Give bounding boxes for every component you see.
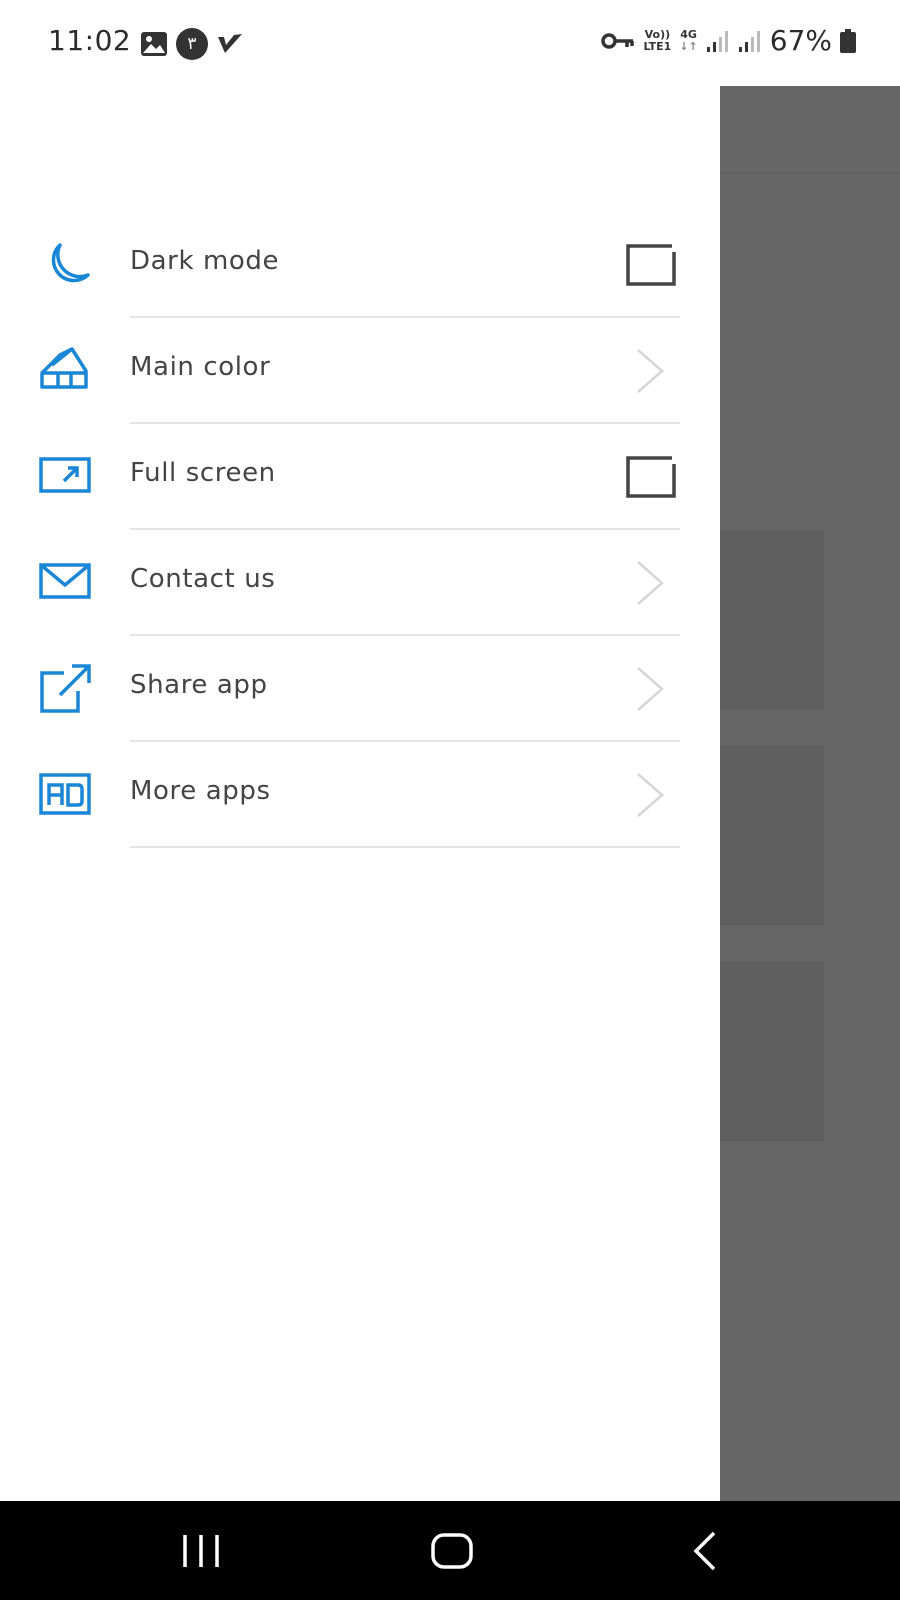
status-system-icons: Vo)) LTE1 4G ↓↑ 67% xyxy=(601,24,856,57)
status-time: 11:02 xyxy=(48,24,132,57)
share-icon xyxy=(40,664,91,713)
fullscreen-icon xyxy=(39,457,91,493)
menu-item-label: Full screen xyxy=(130,458,276,488)
signal-icon-2 xyxy=(738,30,760,52)
menu-item-full-screen[interactable]: Full screen xyxy=(0,424,720,530)
notification-badge-icon: ٣ xyxy=(176,28,208,60)
status-notification-icons: ٣ xyxy=(140,28,244,60)
menu-item-share-app[interactable]: Share app xyxy=(0,636,720,742)
gallery-icon xyxy=(141,32,167,56)
full-screen-checkbox[interactable] xyxy=(624,454,678,500)
drawer-menu: Dark mode Main color Full screen Contact… xyxy=(0,212,720,848)
mail-icon xyxy=(39,563,91,599)
chevron-right-icon xyxy=(637,667,664,711)
dark-mode-checkbox[interactable] xyxy=(624,242,678,288)
battery-icon xyxy=(840,28,856,53)
battery-percent: 67% xyxy=(769,24,832,57)
drawer-scrim[interactable] xyxy=(720,68,900,1501)
vpn-key-icon xyxy=(601,32,635,49)
background-card xyxy=(720,961,824,1141)
status-bar: 11:02 ٣ Vo)) LTE1 4G ↓↑ 67% xyxy=(0,0,900,86)
menu-item-label: Main color xyxy=(130,352,271,382)
background-toolbar-divider xyxy=(720,173,900,174)
palette-icon xyxy=(40,347,88,389)
menu-item-label: Dark mode xyxy=(130,246,280,276)
menu-item-label: Share app xyxy=(130,670,268,700)
chevron-right-icon xyxy=(637,349,664,393)
lte-label: LTE1 xyxy=(643,39,672,53)
network-label: 4G xyxy=(680,27,697,41)
back-icon[interactable] xyxy=(676,1525,736,1577)
navigation-drawer: Dark mode Main color Full screen Contact… xyxy=(0,68,720,1501)
volte-label: Vo)) xyxy=(644,27,671,41)
system-navigation-bar xyxy=(0,1501,900,1600)
network-type-indicator: 4G ↓↑ xyxy=(679,27,698,53)
chevron-right-icon xyxy=(637,773,664,817)
menu-item-label: More apps xyxy=(130,776,271,806)
background-card xyxy=(720,745,824,925)
menu-item-contact-us[interactable]: Contact us xyxy=(0,530,720,636)
menu-item-main-color[interactable]: Main color xyxy=(0,318,720,424)
menu-item-dark-mode[interactable]: Dark mode xyxy=(0,212,720,318)
v-app-icon xyxy=(218,34,242,53)
data-arrows-icon: ↓↑ xyxy=(679,39,698,53)
volte-indicator: Vo)) LTE1 xyxy=(643,27,672,53)
menu-item-label: Contact us xyxy=(130,564,276,594)
menu-item-more-apps[interactable]: More apps xyxy=(0,742,720,848)
home-icon[interactable] xyxy=(422,1525,482,1577)
screen: 11:02 ٣ Vo)) LTE1 4G ↓↑ 67% Dark mode Ma… xyxy=(0,0,900,1600)
signal-icon-1 xyxy=(706,30,728,52)
background-card xyxy=(720,530,824,710)
moon-icon xyxy=(51,243,90,283)
recent-apps-icon[interactable] xyxy=(171,1525,231,1577)
menu-divider xyxy=(130,846,680,848)
chevron-right-icon xyxy=(637,561,664,605)
ad-icon xyxy=(39,773,91,815)
